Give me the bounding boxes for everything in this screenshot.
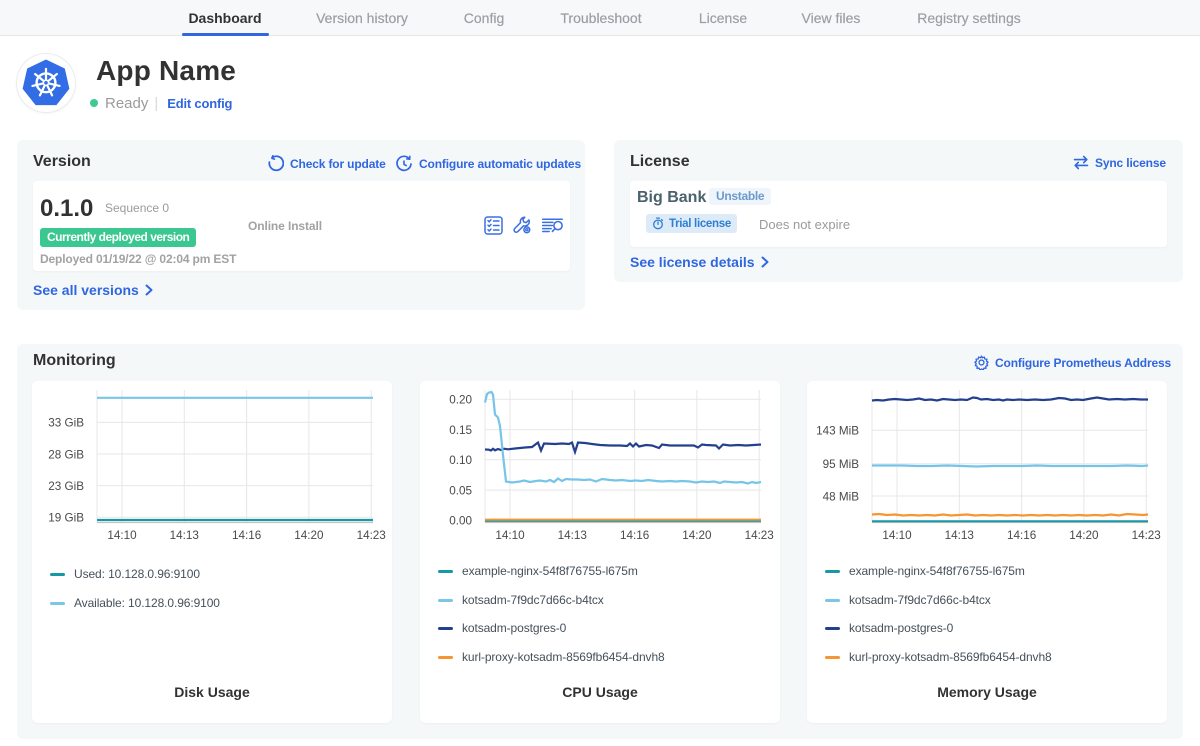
svg-text:14:23: 14:23 <box>745 529 774 542</box>
svg-text:28 GiB: 28 GiB <box>48 448 84 461</box>
svg-text:23 GiB: 23 GiB <box>48 480 84 493</box>
svg-text:33 GiB: 33 GiB <box>48 417 84 430</box>
svg-text:14:20: 14:20 <box>1069 529 1099 542</box>
svg-text:19 GiB: 19 GiB <box>48 512 84 525</box>
svg-text:0.00: 0.00 <box>449 515 472 528</box>
svg-text:14:13: 14:13 <box>945 529 974 542</box>
svg-text:0.10: 0.10 <box>449 454 472 467</box>
svg-text:14:16: 14:16 <box>1007 529 1036 542</box>
svg-text:14:16: 14:16 <box>232 529 261 542</box>
svg-text:48 MiB: 48 MiB <box>823 490 860 503</box>
svg-text:14:10: 14:10 <box>107 529 137 542</box>
svg-text:143 MiB: 143 MiB <box>816 425 859 438</box>
svg-text:0.20: 0.20 <box>449 394 472 407</box>
svg-text:14:20: 14:20 <box>294 529 324 542</box>
svg-text:14:13: 14:13 <box>558 529 587 542</box>
svg-text:14:10: 14:10 <box>882 529 912 542</box>
svg-text:0.15: 0.15 <box>449 424 472 437</box>
svg-text:14:13: 14:13 <box>170 529 199 542</box>
svg-text:14:16: 14:16 <box>620 529 649 542</box>
svg-text:95 MiB: 95 MiB <box>823 458 860 471</box>
svg-text:0.05: 0.05 <box>449 484 472 497</box>
svg-text:14:20: 14:20 <box>682 529 712 542</box>
svg-text:14:23: 14:23 <box>357 529 386 542</box>
svg-text:14:10: 14:10 <box>495 529 525 542</box>
svg-text:14:23: 14:23 <box>1132 529 1161 542</box>
